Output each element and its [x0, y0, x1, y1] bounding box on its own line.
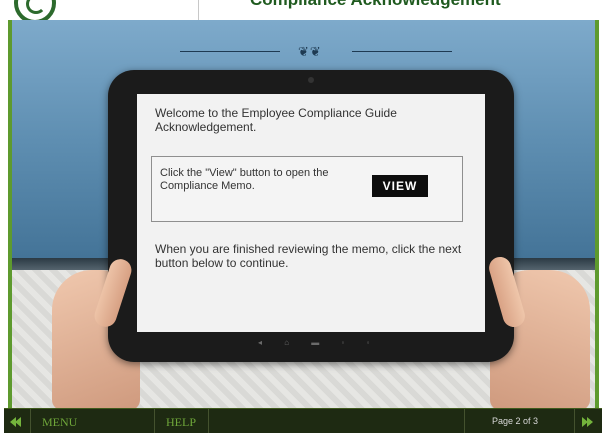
welcome-text: Welcome to the Employee Compliance Guide… [155, 106, 397, 134]
help-button[interactable]: HELP [166, 415, 196, 430]
bar-separator [208, 409, 209, 433]
bar-separator [30, 409, 31, 433]
memo-callout-box: Click the "View" button to open the Comp… [151, 156, 463, 222]
course-title: Compliance Acknowledgement [250, 0, 501, 10]
menu-button[interactable]: MENU [42, 415, 77, 430]
company-logo [14, 0, 56, 20]
bar-separator [154, 409, 155, 433]
player-control-bar: MENU HELP Page 2 of 3 [4, 408, 602, 433]
header-divider [198, 0, 199, 20]
bar-separator [464, 409, 465, 433]
slide-stage: ❦❦ Welcome to the Employee Compliance Gu… [8, 20, 599, 408]
decorative-ornament: ❦❦ [12, 44, 595, 60]
tablet-camera-icon [308, 77, 314, 83]
page-indicator: Page 2 of 3 [492, 416, 539, 426]
tablet-screen: Welcome to the Employee Compliance Guide… [137, 94, 485, 332]
double-chevron-left-icon[interactable] [10, 416, 22, 428]
ornament-line-right [352, 51, 452, 52]
ornament-line-left [180, 51, 280, 52]
app-header: Compliance Acknowledgement [0, 0, 602, 20]
view-memo-button[interactable]: VIEW [372, 175, 428, 197]
tablet-dock-icons: ◂ ⌂ ▬ ◦ ◦ [258, 338, 380, 347]
memo-instruction-text: Click the "View" button to open the Comp… [160, 167, 329, 192]
double-chevron-right-icon[interactable] [582, 416, 594, 428]
bar-separator [574, 409, 575, 433]
tablet-device: Welcome to the Employee Compliance Guide… [108, 70, 514, 362]
continue-instruction-text: When you are finished reviewing the memo… [155, 242, 462, 270]
ornament-flourish-icon: ❦❦ [298, 44, 322, 59]
